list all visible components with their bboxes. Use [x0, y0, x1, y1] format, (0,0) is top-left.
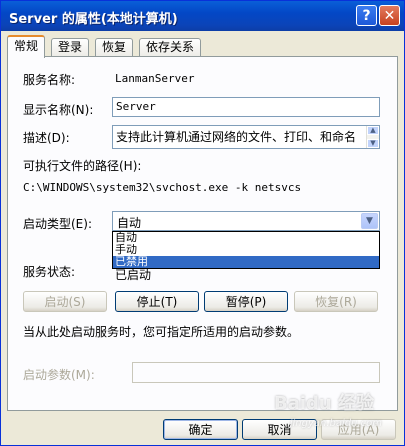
baidu-watermark: Baidu 经验 — [273, 393, 374, 414]
startup-option-auto[interactable]: 自动 — [113, 232, 379, 244]
chevron-down-icon[interactable]: ▼ — [361, 213, 378, 229]
startup-type-label: 启动类型(E): — [23, 217, 92, 231]
description-label: 描述(D): — [23, 131, 70, 145]
startup-type-dropdown: 自动 手动 已禁用 — [112, 231, 380, 269]
stop-button[interactable]: 停止(T) — [115, 291, 199, 312]
tab-dependencies[interactable]: 依存关系 — [139, 38, 202, 57]
service-name-label: 服务名称: — [23, 73, 76, 87]
scroll-down-icon[interactable]: ▼ — [367, 139, 379, 148]
properties-dialog: Server 的属性(本地计算机) ? ✕ 常规 登录 恢复 依存关系 服务名称… — [0, 0, 405, 446]
startup-type-select[interactable]: 自动 ▼ — [112, 211, 380, 231]
tab-general[interactable]: 常规 — [7, 35, 46, 58]
startup-option-manual[interactable]: 手动 — [113, 244, 379, 256]
scroll-up-icon[interactable]: ▲ — [367, 126, 379, 135]
window-title: Server 的属性(本地计算机) — [9, 12, 178, 27]
start-button[interactable]: 启动(S) — [23, 291, 107, 312]
watermark-url: jingyan.baidu.com — [289, 418, 382, 429]
general-tab-panel: 服务名称: LanmanServer 显示名称(N): Server 描述(D)… — [7, 56, 398, 411]
resume-button[interactable]: 恢复(R) — [294, 291, 378, 312]
description-scrollbar[interactable]: ▲ ▼ — [366, 126, 379, 148]
service-status-label: 服务状态: — [23, 265, 76, 279]
service-name-value: LanmanServer — [115, 72, 195, 85]
start-params-input[interactable] — [132, 362, 380, 383]
help-icon: ? — [362, 7, 371, 24]
description-text: 支持此计算机通过网络的文件、打印、和命名 — [116, 130, 357, 144]
tab-logon[interactable]: 登录 — [51, 38, 90, 57]
start-params-label: 启动参数(M): — [23, 368, 95, 382]
display-name-field[interactable]: Server — [112, 97, 380, 117]
ok-button[interactable]: 确定 — [163, 419, 238, 440]
tab-recovery[interactable]: 恢复 — [95, 38, 134, 57]
pause-button[interactable]: 暂停(P) — [204, 291, 288, 312]
startup-type-value: 自动 — [117, 216, 142, 230]
close-icon: ✕ — [383, 7, 396, 24]
display-name-label: 显示名称(N): — [23, 103, 94, 117]
close-button[interactable]: ✕ — [379, 5, 400, 26]
description-field[interactable]: 支持此计算机通过网络的文件、打印、和命名 ▲ ▼ — [112, 125, 380, 149]
exe-path-label: 可执行文件的路径(H): — [23, 159, 142, 173]
title-bar[interactable]: Server 的属性(本地计算机) ? ✕ — [1, 1, 404, 31]
help-button[interactable]: ? — [356, 5, 377, 26]
exe-path-value: C:\WINDOWS\system32\svchost.exe -k netsv… — [23, 181, 302, 194]
start-params-hint: 当从此处启动服务时，您可指定所适用的启动参数。 — [23, 325, 300, 339]
startup-option-disabled[interactable]: 已禁用 — [113, 256, 379, 268]
